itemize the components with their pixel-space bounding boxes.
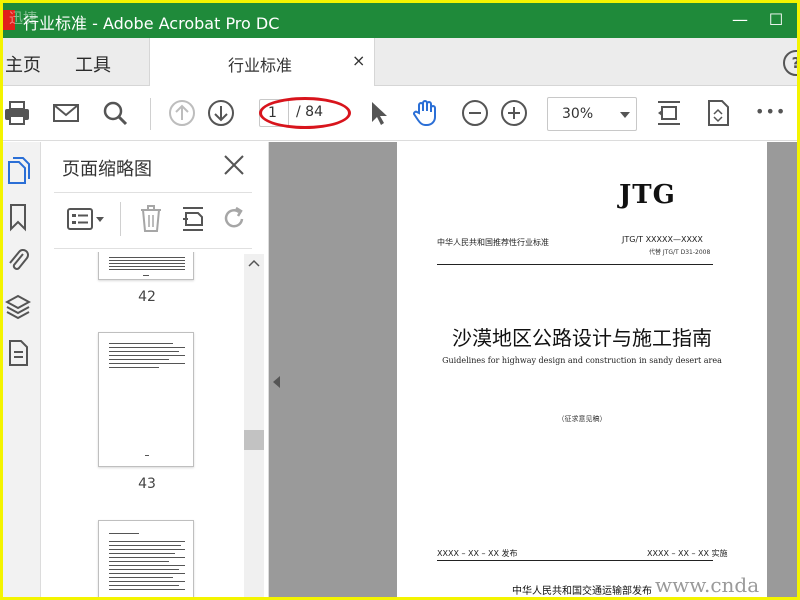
insert-page-icon[interactable] [180, 204, 206, 234]
document-viewer[interactable]: JTG 中华人民共和国推荐性行业标准 JTG/T XXXXX—XXXX 代替 J… [269, 142, 797, 597]
zoom-in-icon[interactable] [500, 99, 528, 127]
zoom-value: 30% [562, 106, 594, 122]
thumbnail-list: 42 43 [42, 252, 242, 597]
zoom-dropdown[interactable]: 30% [547, 97, 637, 131]
thumbnail-page-42[interactable] [98, 252, 194, 280]
replaces-standard: 代替 JTG/T D31-2008 [649, 249, 711, 256]
page-thumbnails-panel: 页面缩略图 42 43 [42, 142, 269, 597]
document-properties-icon[interactable] [5, 338, 31, 368]
pdf-page: JTG 中华人民共和国推荐性行业标准 JTG/T XXXXX—XXXX 代替 J… [397, 142, 767, 597]
publish-date: XXXX – XX – XX 发布 [437, 549, 518, 558]
draft-note: （征求意见稿） [557, 415, 607, 423]
help-icon[interactable]: ? [783, 50, 797, 76]
scrollbar-thumb[interactable] [244, 430, 264, 450]
rotate-page-icon[interactable] [222, 204, 248, 234]
site-watermark: www.cnda [655, 573, 760, 597]
panel-title: 页面缩略图 [62, 159, 152, 180]
print-icon[interactable] [3, 99, 31, 127]
navigation-rail [3, 142, 41, 597]
footer-rule [437, 560, 713, 561]
maximize-button[interactable]: ☐ [765, 8, 787, 32]
tab-row: 主页 工具 行业标准 × ? [3, 38, 797, 86]
more-tools-button[interactable]: ••• [755, 102, 786, 121]
title-bar: 迅捷 行业标准 - Adobe Acrobat Pro DC — ☐ [3, 3, 797, 38]
thumbnail-page-43[interactable] [98, 332, 194, 467]
jtg-logo: JTG [619, 180, 676, 210]
tab-home[interactable]: 主页 [5, 51, 41, 77]
header-rule [437, 264, 713, 265]
toolbar: 1 / 84 30% ••• [3, 86, 797, 141]
thumbnail-label: 42 [138, 289, 156, 305]
panel-tools-divider [120, 202, 121, 236]
minimize-button[interactable]: — [729, 8, 751, 32]
panel-tools-bottom-divider [54, 248, 252, 249]
close-tab-button[interactable]: × [352, 51, 365, 70]
thumbnail-options-icon[interactable] [66, 204, 106, 234]
select-cursor-icon[interactable] [366, 99, 394, 127]
standard-category: 中华人民共和国推荐性行业标准 [437, 238, 549, 247]
page-thumbnails-icon[interactable] [5, 156, 31, 186]
thumbnail-label: 43 [138, 476, 156, 492]
document-title: 沙漠地区公路设计与施工指南 [452, 326, 712, 350]
thumbnail-page-44[interactable] [98, 520, 194, 597]
email-icon[interactable] [52, 99, 80, 127]
close-panel-icon[interactable] [222, 153, 246, 177]
panel-divider [54, 192, 252, 193]
document-subtitle: Guidelines for highway design and constr… [442, 356, 722, 365]
toolbar-divider [150, 98, 151, 130]
window-title: 行业标准 - Adobe Acrobat Pro DC [23, 14, 280, 33]
tab-document[interactable]: 行业标准 × [149, 38, 375, 86]
search-icon[interactable] [101, 99, 129, 127]
effective-date: XXXX – XX – XX 实施 [647, 549, 728, 558]
hand-tool-icon[interactable] [411, 99, 439, 127]
layers-icon[interactable] [5, 292, 31, 322]
next-page-icon[interactable] [207, 99, 235, 127]
full-screen-icon[interactable] [704, 99, 732, 127]
attachments-icon[interactable] [5, 246, 31, 276]
delete-page-icon[interactable] [138, 204, 164, 234]
thumbnail-scrollbar[interactable] [244, 254, 264, 597]
document-tab-label: 行业标准 [228, 56, 293, 75]
page-indicator-highlight [259, 97, 351, 129]
chevron-up-icon[interactable] [247, 257, 261, 269]
standard-number: JTG/T XXXXX—XXXX [622, 235, 703, 244]
tab-tools[interactable]: 工具 [75, 51, 111, 77]
chevron-down-icon [620, 112, 630, 118]
collapse-panel-icon[interactable] [273, 376, 280, 388]
previous-page-icon[interactable] [168, 99, 196, 127]
acrobat-window: 迅捷 行业标准 - Adobe Acrobat Pro DC — ☐ 主页 工具… [3, 3, 797, 597]
fit-page-icon[interactable] [655, 99, 683, 127]
bookmarks-icon[interactable] [5, 202, 31, 232]
zoom-out-icon[interactable] [461, 99, 489, 127]
